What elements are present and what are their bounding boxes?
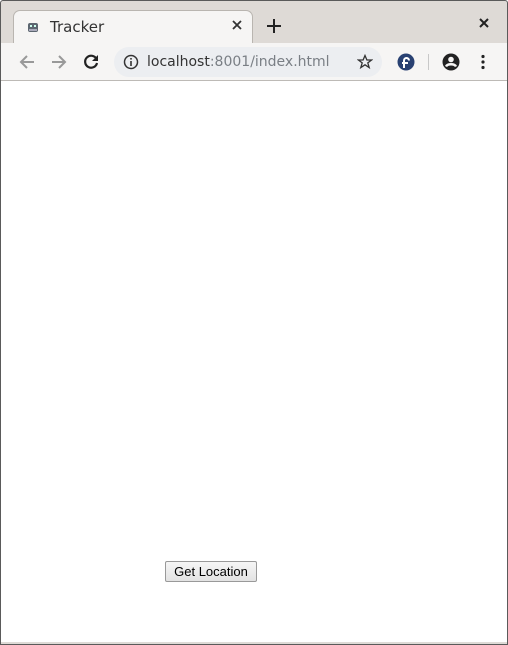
fedora-extension-icon[interactable] [396, 52, 416, 72]
forward-icon[interactable] [49, 52, 69, 72]
tab-tracker[interactable]: Tracker [13, 10, 253, 44]
url-text: localhost:8001/index.html [147, 54, 330, 70]
toolbar: localhost:8001/index.html [1, 43, 507, 81]
robot-favicon-icon [28, 23, 38, 32]
browser-window: Tracker localhost:8001/index.html Get Lo… [0, 0, 508, 645]
account-icon[interactable] [441, 52, 461, 72]
tab-title: Tracker [50, 18, 105, 36]
close-window-icon[interactable] [478, 17, 490, 29]
get-location-button[interactable]: Get Location [165, 561, 257, 582]
star-icon[interactable] [357, 54, 373, 70]
toolbar-separator [428, 54, 429, 70]
info-icon[interactable] [123, 54, 139, 70]
back-icon[interactable] [17, 52, 37, 72]
new-tab-icon[interactable] [265, 17, 283, 35]
close-tab-icon[interactable] [230, 18, 244, 32]
page-content: Get Location [1, 81, 507, 642]
url-host: localhost [147, 54, 210, 70]
url-path: :8001/index.html [209, 54, 330, 70]
address-bar[interactable]: localhost:8001/index.html [114, 47, 382, 77]
menu-icon[interactable] [473, 52, 493, 72]
reload-icon[interactable] [81, 52, 101, 72]
